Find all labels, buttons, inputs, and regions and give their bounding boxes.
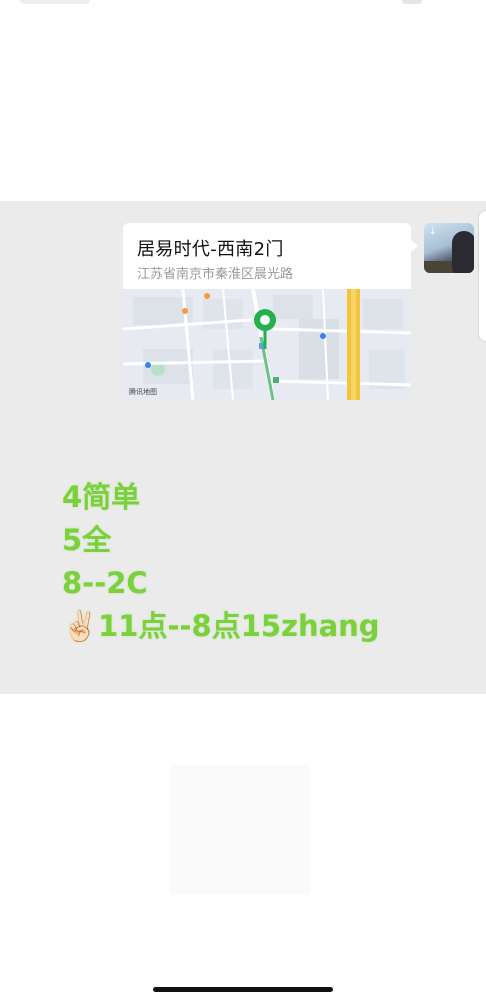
bubble-tail [410,239,418,253]
status-battery-icon [402,0,422,4]
user-avatar[interactable]: ↓ [424,223,474,273]
location-title: 居易时代-西南2门 [137,239,284,260]
map-credit: 腾讯地图 [129,388,157,396]
home-indicator[interactable] [153,987,333,992]
message-line-2: 5全 [62,523,112,557]
empty-placeholder [170,765,310,895]
map-graphic [123,289,411,400]
location-card[interactable]: 居易时代-西南2门 江苏省南京市秦淮区晨光路 腾讯地图 [123,223,418,400]
message-line-4: ✌🏻11点--8点15zhang [62,609,380,643]
avatar-mark: ↓ [429,227,437,237]
status-time [20,0,90,4]
person-silhouette-icon [452,231,474,273]
status-bar [0,0,486,12]
side-handle[interactable] [478,210,486,342]
message-line-3: 8--2C [62,566,148,600]
location-address: 江苏省南京市秦淮区晨光路 [137,267,294,282]
text-message[interactable]: 4简单 5全 8--2C ✌🏻11点--8点15zhang [62,476,380,648]
message-line-1: 4简单 [62,480,141,514]
location-map[interactable]: 腾讯地图 [123,289,411,400]
